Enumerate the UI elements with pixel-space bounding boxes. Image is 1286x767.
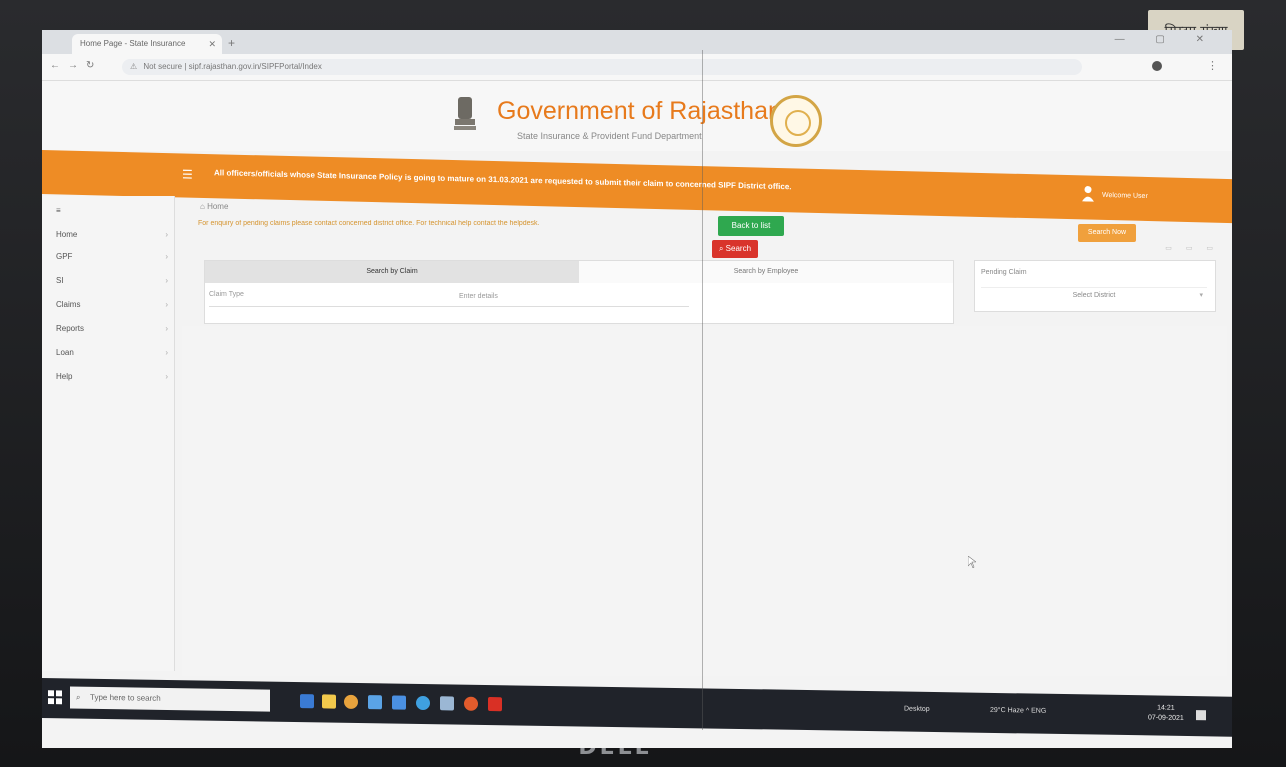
sidebar-item-gpf[interactable]: GPF › bbox=[56, 252, 174, 261]
forward-arrow-icon[interactable]: → bbox=[68, 60, 78, 71]
system-tray[interactable]: 29°C Haze ^ ENG bbox=[990, 707, 1046, 715]
notification-icon[interactable] bbox=[1196, 710, 1206, 721]
file-explorer-icon[interactable] bbox=[322, 694, 336, 709]
firefox-icon[interactable] bbox=[464, 696, 478, 711]
browser-tab-bar: Home Page - State Insurance ✕ + — ▢ ✕ bbox=[42, 30, 1232, 54]
tab-search-by-employee[interactable]: Search by Employee bbox=[579, 261, 953, 283]
claim-type-placeholder: Enter details bbox=[459, 293, 498, 300]
back-arrow-icon[interactable]: ← bbox=[50, 60, 60, 71]
tab-title: Home Page - State Insurance bbox=[80, 39, 186, 48]
department-seal-icon bbox=[770, 95, 822, 147]
address-text: Not secure | sipf.rajasthan.gov.in/SIPFP… bbox=[143, 62, 322, 71]
main-content: ⌂ Home For enquiry of pending claims ple… bbox=[182, 196, 1227, 676]
new-tab-button[interactable]: + bbox=[228, 36, 235, 50]
notice-text: All officers/officials whose State Insur… bbox=[214, 168, 792, 192]
sidebar-item-loan[interactable]: Loan › bbox=[56, 348, 174, 357]
close-icon[interactable]: ✕ bbox=[208, 34, 216, 54]
site-header: Government of Rajasthan State Insurance … bbox=[42, 81, 1232, 151]
screen-reflection-line bbox=[702, 50, 703, 730]
search-panel: Search by Claim Search by Employee Enter… bbox=[204, 260, 954, 324]
taskbar-clock[interactable]: 14:21 07-09-2021 bbox=[1148, 703, 1184, 724]
search-icon: ⌕ bbox=[76, 692, 81, 702]
search-button[interactable]: ⌕ Search bbox=[712, 240, 758, 258]
chevron-right-icon: › bbox=[165, 372, 168, 381]
pending-claim-box: Pending Claim Select District ▾ bbox=[974, 260, 1216, 312]
pending-claim-label: Pending Claim bbox=[981, 269, 1027, 276]
help-text: For enquiry of pending claims please con… bbox=[198, 220, 540, 227]
back-to-list-button[interactable]: Back to list bbox=[718, 216, 784, 236]
profile-icon[interactable] bbox=[1152, 61, 1162, 71]
chevron-right-icon: › bbox=[165, 276, 168, 285]
site-subtitle: State Insurance & Provident Fund Departm… bbox=[517, 131, 702, 141]
site-title: Government of Rajasthan bbox=[497, 97, 782, 125]
claim-type-label: Claim Type bbox=[209, 291, 244, 298]
sidebar-item-help[interactable]: Help › bbox=[56, 372, 174, 381]
chevron-right-icon: › bbox=[165, 230, 168, 239]
chevron-down-icon: ▾ bbox=[1199, 292, 1203, 299]
document-icon[interactable] bbox=[440, 696, 454, 711]
pdf-reader-icon[interactable] bbox=[488, 697, 502, 712]
taskbar-search-input[interactable]: ⌕ Type here to search bbox=[70, 686, 270, 712]
more-menu-icon[interactable]: ⋮ bbox=[1207, 59, 1218, 72]
home-icon: ⌂ bbox=[200, 202, 208, 211]
view-toggle-icons[interactable]: ▭ ▭ ▭ bbox=[1165, 244, 1219, 252]
windows-start-icon[interactable] bbox=[48, 690, 62, 705]
desktop-toolbar[interactable]: Desktop bbox=[904, 706, 930, 713]
sidebar-item-si[interactable]: SI › bbox=[56, 276, 174, 285]
sidebar-item-toggle[interactable]: ≡ bbox=[56, 206, 174, 215]
sidebar-item-claims[interactable]: Claims › bbox=[56, 300, 174, 309]
search-now-button[interactable]: Search Now bbox=[1078, 224, 1136, 242]
screen: Home Page - State Insurance ✕ + — ▢ ✕ ← … bbox=[42, 30, 1232, 748]
edge-icon[interactable] bbox=[416, 695, 430, 711]
results-area bbox=[182, 326, 1227, 676]
breadcrumb[interactable]: ⌂ Home bbox=[200, 202, 228, 211]
windows-taskbar: ⌕ Type here to search Desktop 29°C Haze … bbox=[42, 678, 1232, 737]
national-emblem-icon bbox=[454, 97, 476, 130]
sidebar-item-home[interactable]: Home › bbox=[56, 230, 174, 239]
not-secure-icon: ⚠ bbox=[130, 62, 138, 71]
tab-search-by-claim[interactable]: Search by Claim bbox=[205, 261, 579, 283]
chrome-icon[interactable] bbox=[344, 694, 358, 709]
clock-time: 14:21 bbox=[1157, 704, 1175, 712]
address-bar[interactable]: ⚠ Not secure | sipf.rajasthan.gov.in/SIP… bbox=[122, 59, 1082, 75]
search-icon: ⌕ bbox=[718, 244, 726, 253]
mouse-cursor-icon bbox=[968, 556, 976, 568]
clock-date: 07-09-2021 bbox=[1148, 714, 1184, 722]
claim-type-field[interactable]: Enter details bbox=[209, 291, 689, 307]
reload-icon[interactable]: ↻ bbox=[86, 60, 94, 71]
chevron-right-icon: › bbox=[165, 324, 168, 333]
browser-toolbar: ← → ↻ ⚠ Not secure | sipf.rajasthan.gov.… bbox=[42, 54, 1232, 81]
sidebar: ≡ Home › GPF › SI › Claims › Reports › Loan › … bbox=[42, 196, 175, 671]
chevron-right-icon: › bbox=[165, 252, 168, 261]
settings-icon[interactable] bbox=[368, 695, 382, 710]
chevron-right-icon: › bbox=[165, 300, 168, 309]
task-view-icon[interactable] bbox=[300, 694, 314, 709]
window-controls[interactable]: — ▢ ✕ bbox=[1115, 34, 1218, 45]
chevron-right-icon: › bbox=[165, 348, 168, 357]
hamburger-menu-icon[interactable]: ☰ bbox=[182, 167, 193, 181]
browser-tab[interactable]: Home Page - State Insurance ✕ bbox=[72, 34, 222, 54]
store-icon[interactable] bbox=[392, 695, 406, 710]
sidebar-item-reports[interactable]: Reports › bbox=[56, 324, 174, 333]
district-select[interactable]: Select District ▾ bbox=[981, 287, 1207, 304]
